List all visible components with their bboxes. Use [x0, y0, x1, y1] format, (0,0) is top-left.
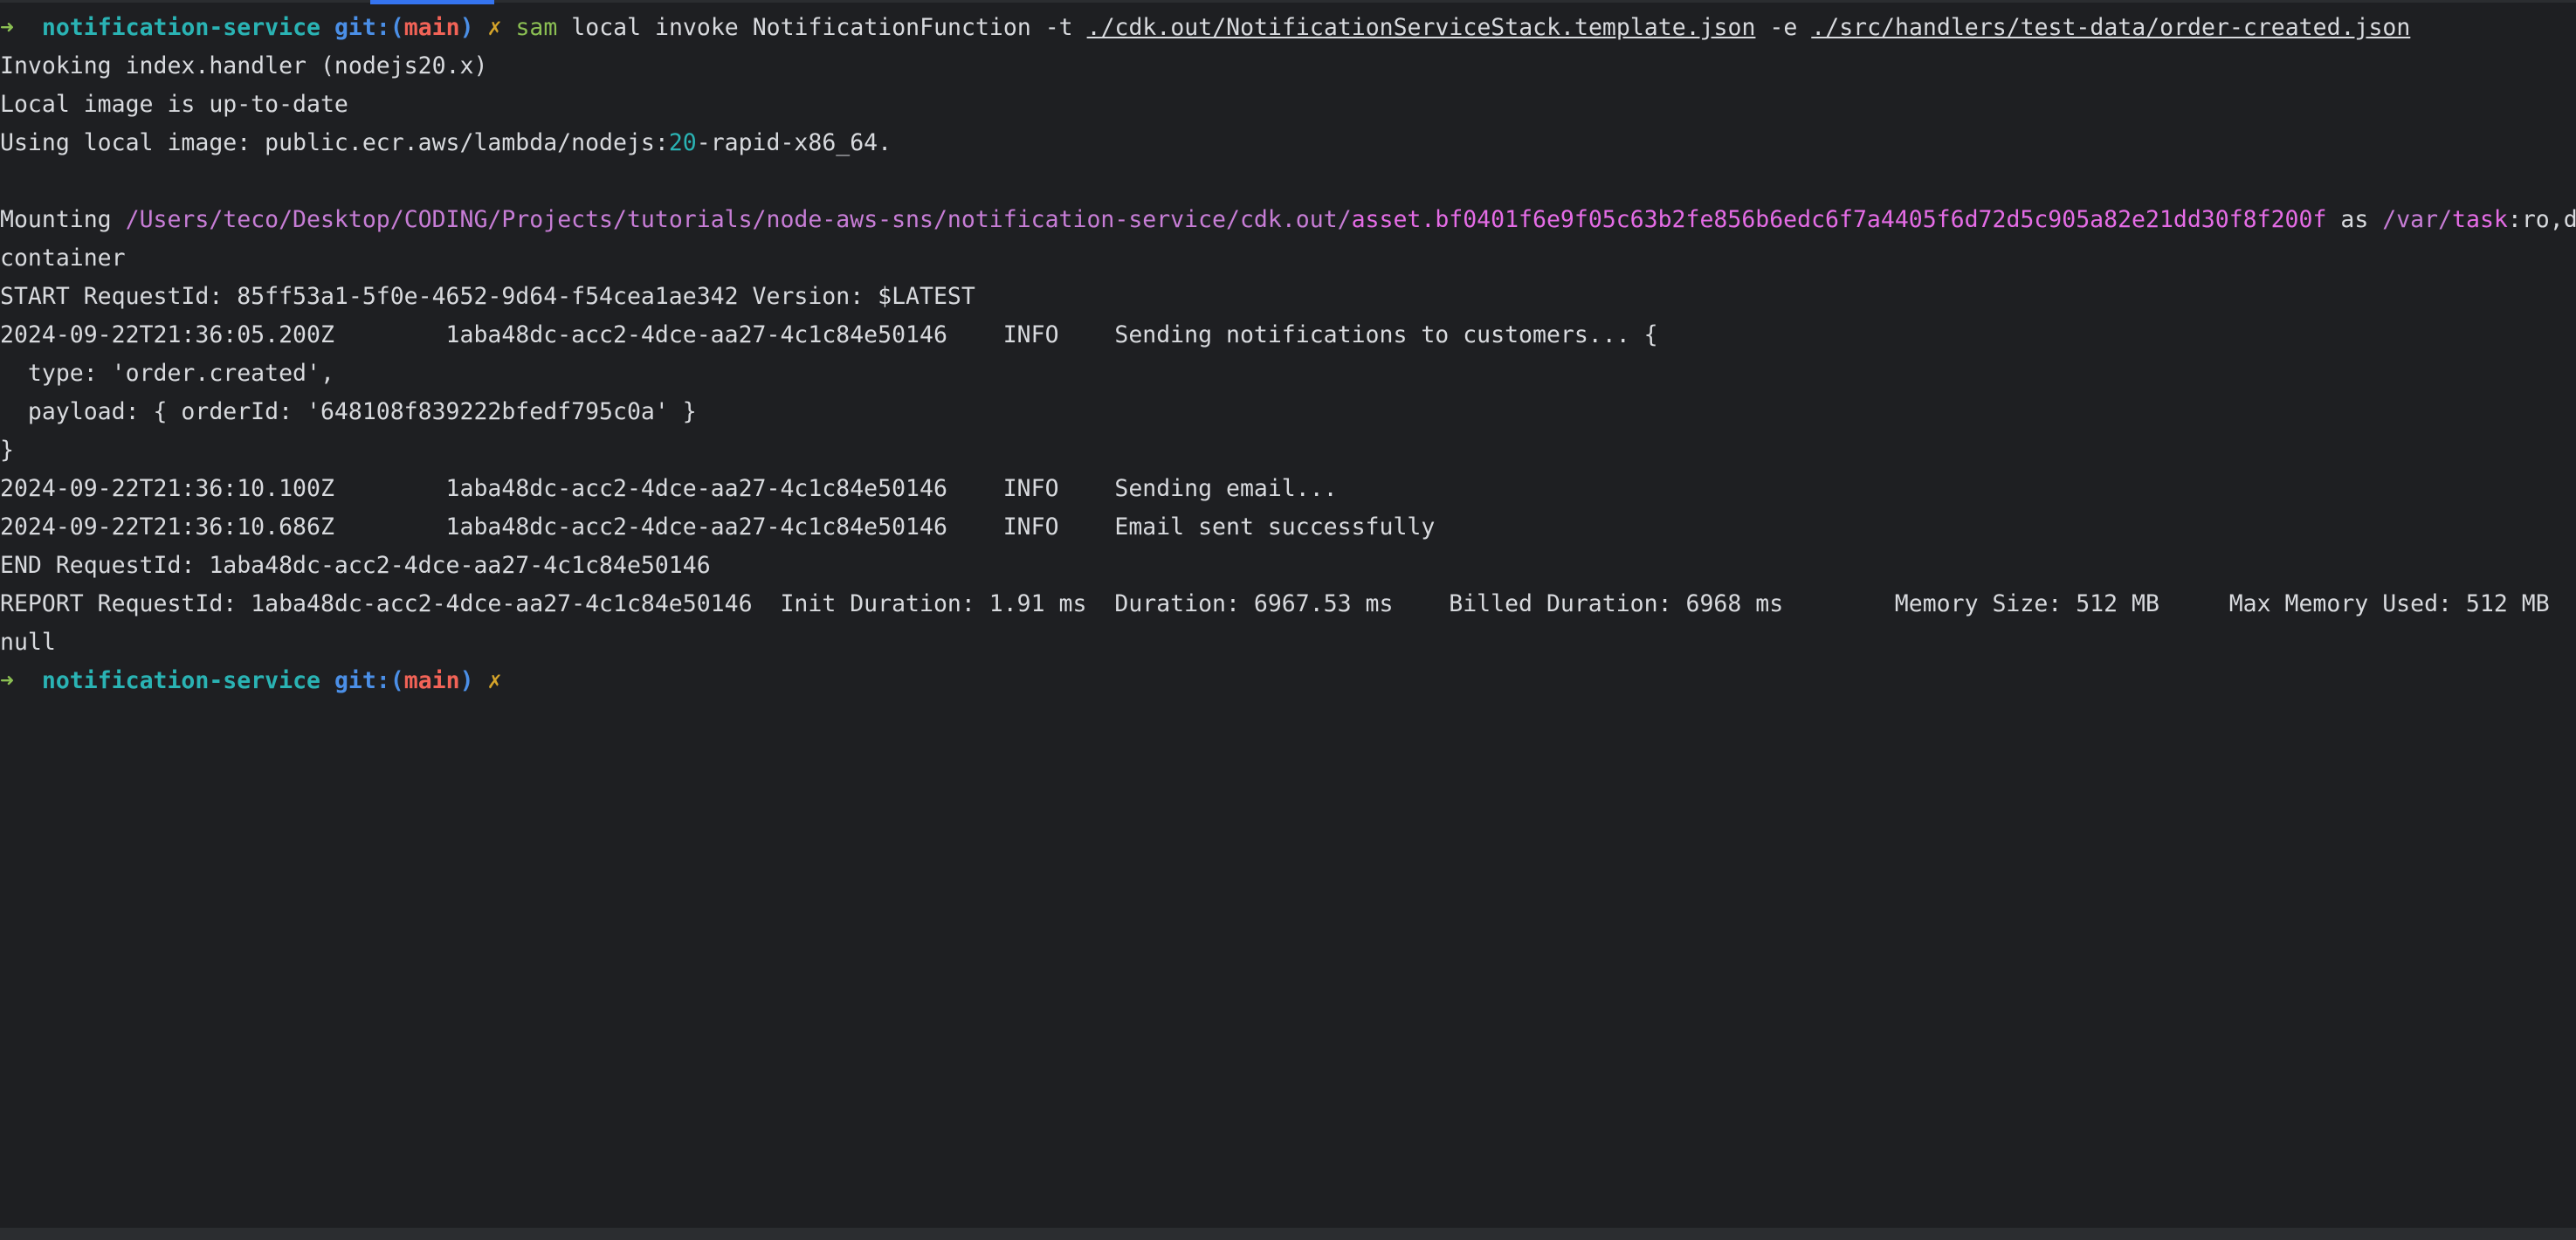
prompt-arrow-icon: ➜ [0, 14, 14, 41]
output-end: END RequestId: 1aba48dc-acc2-4dce-aa27-4… [0, 552, 711, 579]
prompt-branch: main [403, 14, 460, 41]
dirty-marker-icon: ✗ [487, 14, 502, 41]
prompt-branch: main [403, 667, 460, 694]
terminal-bottom-bar [0, 1228, 2576, 1240]
mounting-label: Mounting [0, 206, 112, 233]
log-line-close: } [0, 437, 14, 464]
using-image-prefix: Using local image: public.ecr.aws/lambda… [0, 129, 669, 156]
prompt-git-suffix: ) [459, 14, 474, 41]
template-path-link[interactable]: ./cdk.out/NotificationServiceStack.templ… [1087, 14, 1756, 41]
prompt-git-prefix: git:( [334, 667, 404, 694]
output-mounting: Mounting /Users/teco/Desktop/CODING/Proj… [0, 201, 2576, 239]
output-start: START RequestId: 85ff53a1-5f0e-4652-9d64… [0, 283, 975, 310]
mount-target-prefix: /var/ [2382, 206, 2453, 233]
prompt-directory: notification-service [41, 14, 320, 41]
mount-asset: asset.bf0401f6e9f05c63b2fe856b6edc6f7a44… [1351, 206, 2327, 233]
mount-as: as [2340, 206, 2369, 233]
output-result: null [0, 629, 56, 656]
terminal-cursor [515, 669, 528, 695]
output-container: container [0, 245, 126, 272]
mount-path: /Users/teco/Desktop/CODING/Projects/tuto… [125, 206, 1352, 233]
prompt-directory: notification-service [41, 667, 320, 694]
using-image-version: 20 [668, 129, 697, 156]
output-using-image: Using local image: public.ecr.aws/lambda… [0, 124, 2576, 162]
command-line: ➜ notification-service git:(main) ✗ sam … [0, 9, 2576, 47]
command-flag-e: -e [1769, 14, 1798, 41]
event-path-link[interactable]: ./src/handlers/test-data/order-created.j… [1811, 14, 2410, 41]
mount-target-suffix: :ro,d [2507, 206, 2576, 233]
output-invoking: Invoking index.handler (nodejs20.x) [0, 52, 488, 79]
prompt-git-prefix: git:( [334, 14, 404, 41]
command-args: local invoke NotificationFunction -t [571, 14, 1073, 41]
output-image-uptodate: Local image is up-to-date [0, 91, 348, 118]
using-image-suffix: -rapid-x86_64. [696, 129, 892, 156]
log-line-sending-email: 2024-09-22T21:36:10.100Z 1aba48dc-acc2-4… [0, 475, 1338, 502]
prompt-line[interactable]: ➜ notification-service git:(main) ✗ [0, 662, 2576, 700]
mount-target-dir: task [2452, 206, 2508, 233]
log-line-type: type: 'order.created', [0, 360, 334, 387]
active-tab-indicator[interactable] [370, 0, 494, 4]
output-report: REPORT RequestId: 1aba48dc-acc2-4dce-aa2… [0, 590, 2550, 617]
command-program: sam [515, 14, 558, 41]
log-line-payload: payload: { orderId: '648108f839222bfedf7… [0, 398, 697, 425]
terminal-output[interactable]: ➜ notification-service git:(main) ✗ sam … [0, 9, 2576, 1223]
prompt-arrow-icon: ➜ [0, 667, 14, 694]
prompt-git-suffix: ) [459, 667, 474, 694]
log-line-email-sent: 2024-09-22T21:36:10.686Z 1aba48dc-acc2-4… [0, 513, 1436, 541]
dirty-marker-icon: ✗ [487, 667, 502, 694]
log-line-notifications: 2024-09-22T21:36:05.200Z 1aba48dc-acc2-4… [0, 321, 1658, 348]
